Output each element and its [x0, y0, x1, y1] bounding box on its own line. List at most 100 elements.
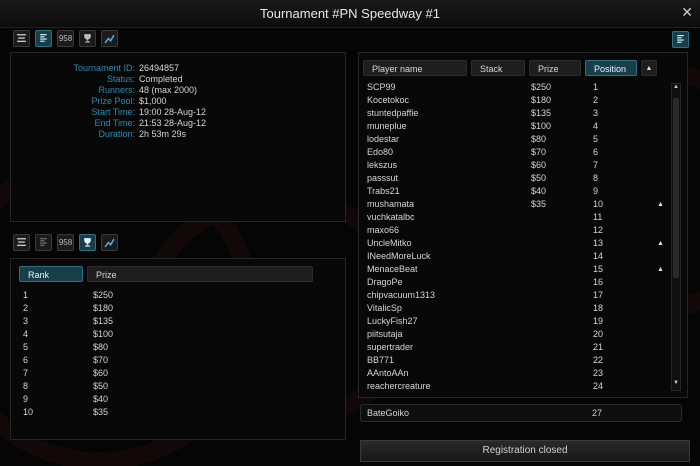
- player-row[interactable]: stuntedpaffie $135 3: [367, 107, 637, 120]
- player-row[interactable]: Trabs21 $40 9: [367, 185, 637, 198]
- player-row[interactable]: DragoPe 16: [367, 276, 637, 289]
- player-row[interactable]: BB771 22: [367, 354, 637, 367]
- player-row[interactable]: reachercreature 24: [367, 380, 637, 393]
- prize-amount: $50: [93, 381, 109, 391]
- player-row[interactable]: supertrader 21: [367, 341, 637, 354]
- list-icon[interactable]: [35, 30, 52, 47]
- trophy-icon[interactable]: [79, 234, 96, 251]
- info-row: Start Time: 19:00 28-Aug-12: [11, 107, 345, 118]
- player-position: 2: [593, 95, 599, 105]
- prize-rank: 2: [23, 303, 29, 313]
- info-value: 48 (max 2000): [139, 85, 198, 95]
- prize-rank: 1: [23, 290, 29, 300]
- player-name: passsut: [367, 173, 399, 183]
- player-row[interactable]: UncleMitko 13 ▲: [367, 237, 664, 250]
- chips-icon[interactable]: 958: [57, 30, 74, 47]
- prize-amount: $250: [93, 290, 114, 300]
- current-player-row[interactable]: BateGoiko 27: [360, 404, 682, 422]
- current-player-position: 27: [592, 408, 603, 418]
- player-position: 9: [593, 186, 599, 196]
- player-position: 15: [593, 264, 604, 274]
- player-name: LuckyFish27: [367, 316, 418, 326]
- player-prize: $100: [531, 121, 552, 131]
- chart-icon[interactable]: [101, 234, 118, 251]
- stack-column-header[interactable]: Stack: [471, 60, 525, 76]
- player-name: AAntoAAn: [367, 368, 409, 378]
- player-list-toggle-icon[interactable]: [672, 31, 689, 48]
- chips-icon[interactable]: 958: [57, 234, 74, 251]
- player-prize: $180: [531, 95, 552, 105]
- player-row[interactable]: VitalicSp 18: [367, 302, 637, 315]
- info-icon[interactable]: [13, 234, 30, 251]
- rank-column-header[interactable]: Rank: [19, 266, 83, 282]
- player-row[interactable]: piitsutaja 20: [367, 328, 637, 341]
- prize-amount: $40: [93, 394, 109, 404]
- player-row[interactable]: Kocetokoc $180 2: [367, 94, 637, 107]
- player-prize: [531, 341, 593, 354]
- player-row[interactable]: lekszus $60 7: [367, 159, 637, 172]
- player-row[interactable]: maxo66 12: [367, 224, 637, 237]
- player-row[interactable]: AAntoAAn 23: [367, 367, 637, 380]
- info-label: Status:: [106, 74, 135, 84]
- player-row[interactable]: passsut $50 8: [367, 172, 637, 185]
- player-row[interactable]: MenaceBeat 15 ▲: [367, 263, 664, 276]
- player-row[interactable]: muneplue $100 4: [367, 120, 637, 133]
- player-row[interactable]: Edo80 $70 6: [367, 146, 637, 159]
- registration-button[interactable]: Registration closed: [360, 440, 690, 462]
- prize-row: 5 $80: [23, 341, 113, 354]
- player-name: VitalicSp: [367, 303, 402, 313]
- player-position: 23: [593, 368, 604, 378]
- info-value: 19:00 28-Aug-12: [139, 107, 207, 117]
- list-icon[interactable]: [35, 234, 52, 251]
- info-value: 21:53 28-Aug-12: [139, 118, 207, 128]
- info-value: Completed: [139, 74, 183, 84]
- player-position: 7: [593, 160, 599, 170]
- player-name: INeedMoreLuck: [367, 251, 431, 261]
- player-row[interactable]: SCP99 $250 1: [367, 81, 637, 94]
- player-position: 24: [593, 381, 604, 391]
- player-row[interactable]: vuchkatalbc 11: [367, 211, 637, 224]
- prize-row: 6 $70: [23, 354, 113, 367]
- info-value: $1,000: [139, 96, 167, 106]
- player-position: 11: [593, 212, 603, 222]
- player-row[interactable]: lodestar $80 5: [367, 133, 637, 146]
- info-icon[interactable]: [13, 30, 30, 47]
- player-name: vuchkatalbc: [367, 212, 415, 222]
- info-label: Runners:: [98, 85, 135, 95]
- player-prize: [531, 315, 593, 328]
- prize-list: 1 $250 2 $180 3 $135 4 $100 5 $80 6 $70 7 $60 8 $50 9 $40…: [23, 289, 113, 419]
- player-name: UncleMitko: [367, 238, 412, 248]
- scroll-thumb[interactable]: [673, 98, 679, 278]
- info-row: Tournament ID: 26494857: [11, 63, 345, 74]
- prize-row: 7 $60: [23, 367, 113, 380]
- prize-rank: 9: [23, 394, 29, 404]
- player-name-column-header[interactable]: Player name: [363, 60, 467, 76]
- player-row[interactable]: INeedMoreLuck 14: [367, 250, 637, 263]
- prize-amount: $60: [93, 368, 109, 378]
- scroll-down-icon[interactable]: ▼: [672, 380, 680, 390]
- prize-column-header[interactable]: Prize: [87, 266, 313, 282]
- player-name: Kocetokoc: [367, 95, 410, 105]
- position-column-header[interactable]: Position: [585, 60, 637, 76]
- prize-rank: 7: [23, 368, 29, 378]
- player-row[interactable]: mushamata $35 10 ▲: [367, 198, 664, 211]
- player-row[interactable]: LuckyFish27 19: [367, 315, 637, 328]
- player-name: Trabs21: [367, 186, 400, 196]
- player-position: 19: [593, 316, 604, 326]
- prize-amount: $70: [93, 355, 109, 365]
- player-name: stuntedpaffie: [367, 108, 419, 118]
- player-list-scrollbar[interactable]: ▲ ▼: [671, 83, 681, 391]
- close-icon[interactable]: ✕: [681, 4, 693, 21]
- trophy-icon[interactable]: [79, 30, 96, 47]
- player-prize: [531, 211, 593, 224]
- player-row[interactable]: chipvacuum1313 17: [367, 289, 637, 302]
- player-position: 8: [593, 173, 599, 183]
- prize-column-header[interactable]: Prize: [529, 60, 581, 76]
- chart-icon[interactable]: [101, 30, 118, 47]
- scroll-up-icon[interactable]: ▲: [672, 84, 680, 94]
- prize-amount: $35: [93, 407, 109, 417]
- sort-ascending-icon[interactable]: ▲: [641, 60, 657, 76]
- player-position: 21: [593, 342, 604, 352]
- players-panel: Player name Stack Prize Position ▲ SCP99…: [358, 52, 688, 398]
- player-position: 16: [593, 277, 604, 287]
